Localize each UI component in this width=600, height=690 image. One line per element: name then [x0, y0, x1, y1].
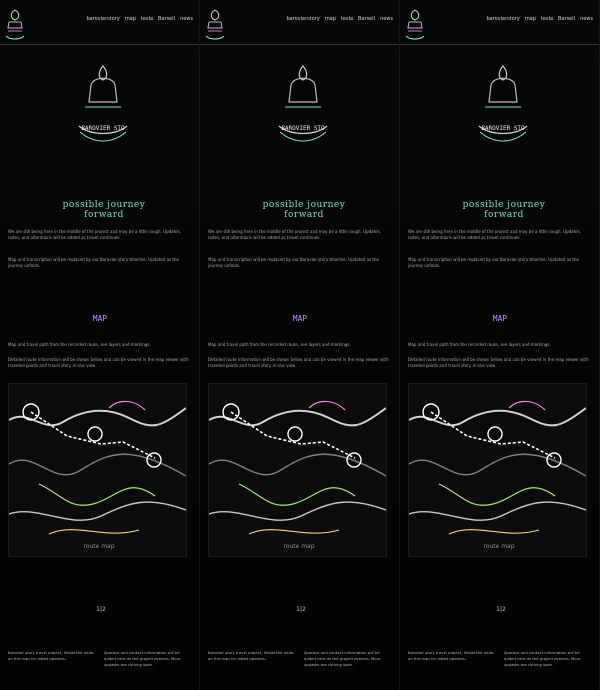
- intro-paragraph-2: Map and transcription will be replaced b…: [8, 257, 179, 268]
- footer-right-text: Sponsor and contact information will be …: [504, 650, 581, 667]
- nav-item-3[interactable]: tesla: [541, 16, 553, 22]
- nav-item-2[interactable]: map: [525, 16, 536, 22]
- nav-item-5[interactable]: news: [180, 16, 193, 22]
- page-indicator: 1|2: [496, 606, 506, 613]
- nav-item-1[interactable]: barovierstory: [286, 16, 319, 22]
- brand-logo-icon[interactable]: [402, 8, 428, 42]
- section-paragraph-1: Map and travel path from the recorded ro…: [408, 342, 551, 347]
- nav-item-5[interactable]: news: [580, 16, 593, 22]
- brand-logo-icon[interactable]: [2, 8, 28, 42]
- nav-item-4[interactable]: Barsell: [558, 16, 575, 22]
- section-title: MAP: [92, 314, 108, 323]
- nav-item-4[interactable]: Barsell: [358, 16, 375, 22]
- hero-headline: possible journey forward: [462, 200, 546, 220]
- route-map[interactable]: route map: [208, 383, 387, 557]
- route-map[interactable]: route map: [408, 383, 587, 557]
- nav-item-3[interactable]: tesla: [341, 16, 353, 22]
- intro-paragraph-1: We are still being here in the middle of…: [208, 229, 381, 240]
- hero-logo-text: BAROVIER STO: [281, 125, 325, 132]
- section-paragraph-2: Detailed route information will be shown…: [408, 357, 589, 368]
- hero-logo: BAROVIER STO: [478, 65, 528, 142]
- map-label: route map: [83, 543, 114, 550]
- top-bar: barovierstory map tesla Barsell news: [400, 0, 599, 45]
- nav-item-1[interactable]: barovierstory: [86, 16, 119, 22]
- map-label: route map: [283, 543, 314, 550]
- route-map[interactable]: route map: [8, 383, 187, 557]
- hero-logo-text: BAROVIER STO: [81, 125, 125, 132]
- nav-item-2[interactable]: map: [125, 16, 136, 22]
- section-title: MAP: [492, 314, 508, 323]
- intro-paragraph-1: We are still being here in the middle of…: [8, 229, 181, 240]
- page-indicator: 1|2: [296, 606, 306, 613]
- hero-headline: possible journey forward: [62, 200, 146, 220]
- top-bar: barovierstory map tesla Barsell news: [0, 0, 199, 45]
- top-nav: barovierstory map tesla Barsell news: [486, 16, 593, 22]
- hero-logo: BAROVIER STO: [278, 65, 328, 142]
- footer-left-text: Barovier story travel project, follow th…: [208, 650, 294, 661]
- top-nav: barovierstory map tesla Barsell news: [286, 16, 393, 22]
- footer-left-text: Barovier story travel project, follow th…: [408, 650, 494, 661]
- hero-logo: BAROVIER STO: [78, 65, 128, 142]
- panel-2: barovierstory map tesla Barsell news BAR…: [200, 0, 400, 690]
- brand-logo-icon[interactable]: [202, 8, 228, 42]
- intro-paragraph-2: Map and transcription will be replaced b…: [408, 257, 579, 268]
- intro-paragraph-1: We are still being here in the middle of…: [408, 229, 581, 240]
- intro-paragraph-2: Map and transcription will be replaced b…: [208, 257, 379, 268]
- hero-logo-text: BAROVIER STO: [481, 125, 525, 132]
- nav-item-4[interactable]: Barsell: [158, 16, 175, 22]
- map-label: route map: [483, 543, 514, 550]
- footer-left-text: Barovier story travel project, follow th…: [8, 650, 94, 661]
- panel-3: barovierstory map tesla Barsell news BAR…: [400, 0, 600, 690]
- nav-item-1[interactable]: barovierstory: [486, 16, 519, 22]
- panel-1: barovierstory map tesla Barsell news BAR…: [0, 0, 200, 690]
- top-nav: barovierstory map tesla Barsell news: [86, 16, 193, 22]
- section-title: MAP: [292, 314, 308, 323]
- footer-right-text: Sponsor and contact information will be …: [304, 650, 381, 667]
- page-indicator: 1|2: [96, 606, 106, 613]
- top-bar: barovierstory map tesla Barsell news: [200, 0, 399, 45]
- nav-item-5[interactable]: news: [380, 16, 393, 22]
- nav-item-3[interactable]: tesla: [141, 16, 153, 22]
- section-paragraph-1: Map and travel path from the recorded ro…: [8, 342, 151, 347]
- screen-panels: barovierstory map tesla Barsell news BAR…: [0, 0, 600, 690]
- section-paragraph-1: Map and travel path from the recorded ro…: [208, 342, 351, 347]
- section-paragraph-2: Detailed route information will be shown…: [8, 357, 189, 368]
- nav-item-2[interactable]: map: [325, 16, 336, 22]
- footer-right-text: Sponsor and contact information will be …: [104, 650, 181, 667]
- hero-headline: possible journey forward: [262, 200, 346, 220]
- section-paragraph-2: Detailed route information will be shown…: [208, 357, 389, 368]
